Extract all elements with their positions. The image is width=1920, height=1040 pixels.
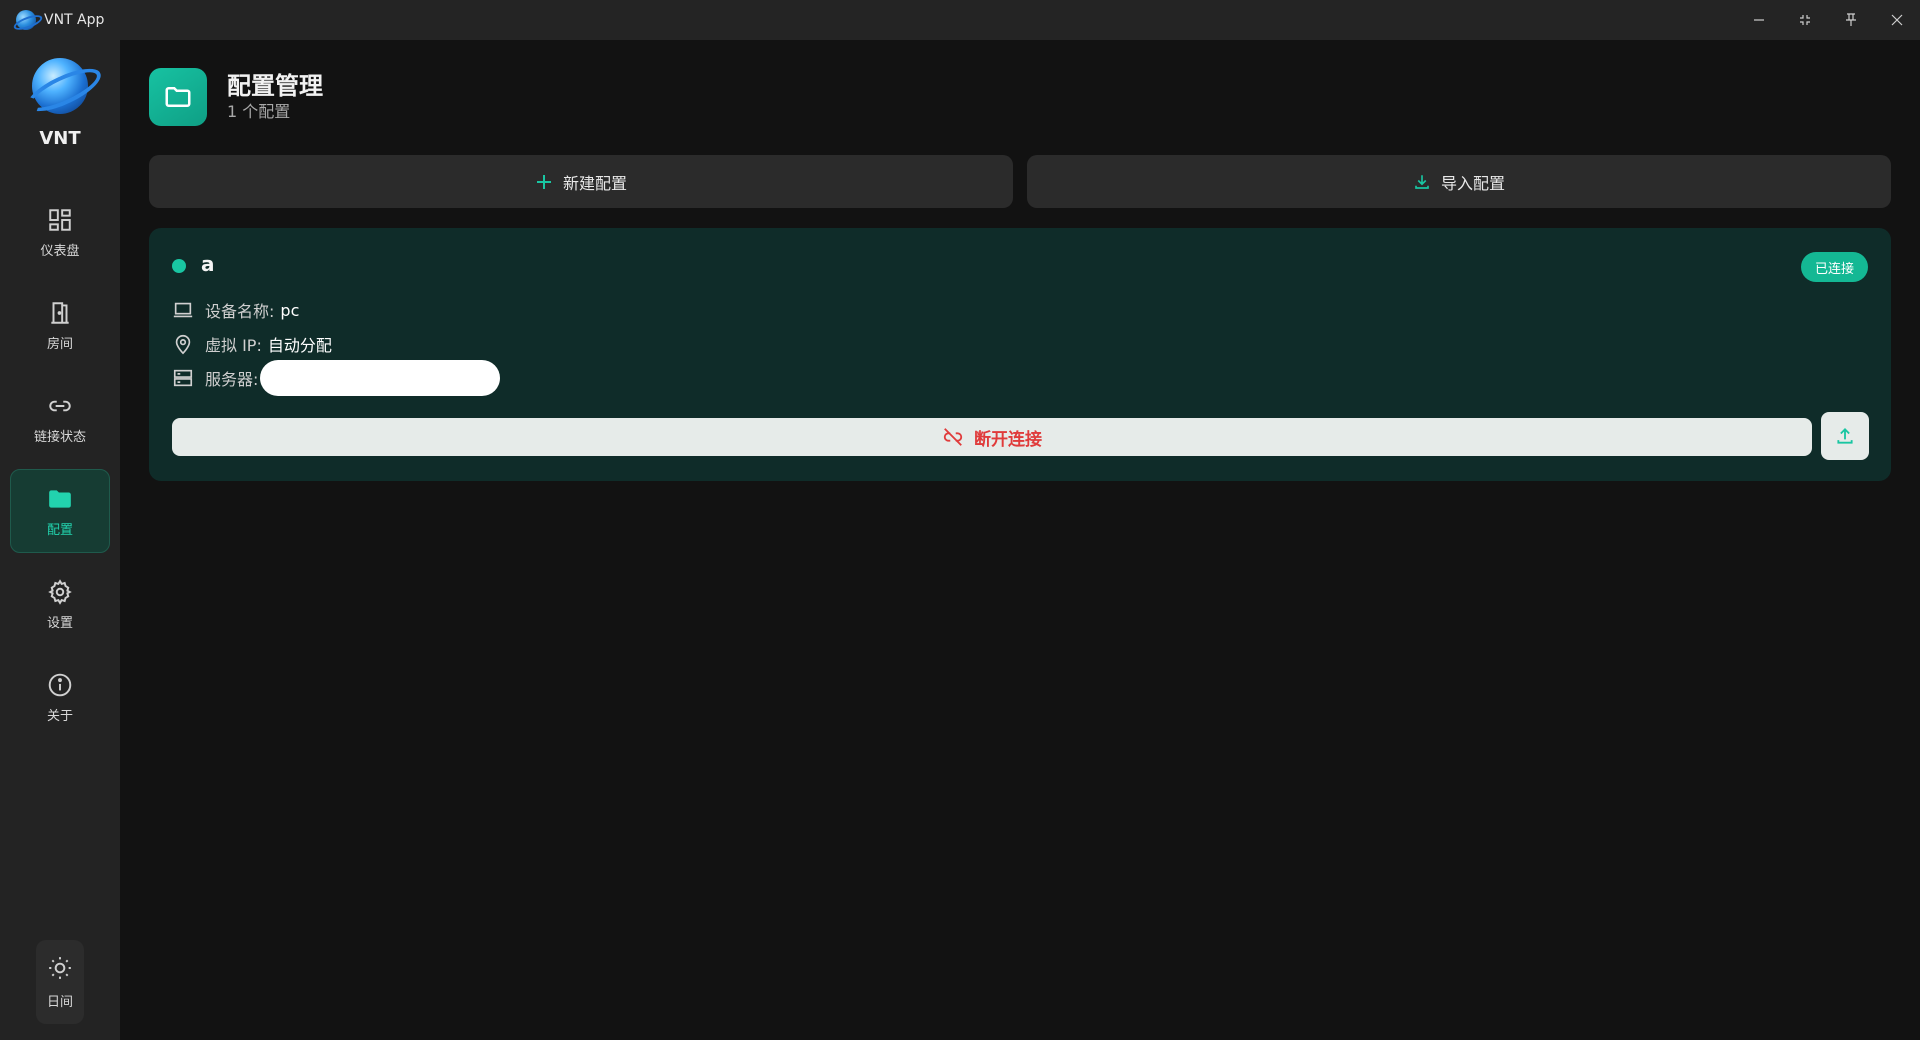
sidebar-item-room[interactable]: 房间 bbox=[10, 283, 110, 367]
pin-icon bbox=[1846, 13, 1856, 26]
minimize-button[interactable] bbox=[1736, 0, 1782, 40]
main-content: 配置管理 1 个配置 新建配置 导入配置 a 已连接 设备名称: pc 虚拟 I… bbox=[120, 40, 1920, 1040]
gear-icon bbox=[46, 578, 74, 606]
import-config-label: 导入配置 bbox=[1440, 173, 1505, 193]
disconnect-button[interactable]: 断开连接 bbox=[172, 418, 1812, 456]
page-title: 配置管理 bbox=[227, 72, 323, 100]
window-controls bbox=[1736, 0, 1920, 40]
brand: VNT bbox=[0, 58, 120, 149]
page-subtitle: 1 个配置 bbox=[227, 102, 291, 121]
server-label: 服务器: bbox=[205, 370, 259, 389]
import-config-button[interactable]: 导入配置 bbox=[1027, 155, 1891, 208]
new-config-label: 新建配置 bbox=[562, 173, 627, 193]
info-icon bbox=[46, 671, 74, 699]
pin-button[interactable] bbox=[1828, 0, 1874, 40]
door-icon bbox=[46, 299, 74, 327]
upload-icon bbox=[1837, 428, 1853, 444]
restore-button[interactable] bbox=[1782, 0, 1828, 40]
laptop-icon bbox=[171, 298, 195, 322]
sidebar-item-link-status[interactable]: 链接状态 bbox=[10, 376, 110, 460]
window-title: VNT App bbox=[44, 12, 105, 28]
config-card[interactable]: a 已连接 设备名称: pc 虚拟 IP: 自动分配 服务器: 断开连接 bbox=[149, 228, 1891, 481]
sidebar-item-label: 设置 bbox=[46, 615, 73, 631]
theme-toggle-label: 日间 bbox=[46, 994, 73, 1010]
sidebar-item-label: 关于 bbox=[46, 708, 73, 724]
brand-name: VNT bbox=[39, 128, 81, 149]
dashboard-icon bbox=[46, 206, 74, 234]
disconnect-label: 断开连接 bbox=[974, 429, 1042, 450]
theme-toggle-button[interactable]: 日间 bbox=[36, 940, 84, 1024]
app-logo-icon bbox=[16, 10, 36, 30]
status-badge: 已连接 bbox=[1800, 252, 1868, 282]
title-bar: VNT App bbox=[0, 0, 1920, 40]
location-pin-icon bbox=[171, 332, 195, 356]
status-dot bbox=[172, 259, 186, 273]
sidebar-item-config[interactable]: 配置 bbox=[10, 469, 110, 553]
vnt-logo-icon bbox=[32, 58, 88, 114]
folder-icon bbox=[46, 485, 74, 513]
restore-icon bbox=[1800, 15, 1810, 25]
link-icon bbox=[46, 392, 74, 420]
server-icon bbox=[171, 366, 195, 390]
close-button[interactable] bbox=[1874, 0, 1920, 40]
sidebar-item-about[interactable]: 关于 bbox=[10, 655, 110, 739]
sidebar-item-settings[interactable]: 设置 bbox=[10, 562, 110, 646]
new-config-button[interactable]: 新建配置 bbox=[149, 155, 1013, 208]
virtual-ip-label: 虚拟 IP: bbox=[205, 336, 262, 355]
sun-icon bbox=[47, 955, 73, 985]
download-icon bbox=[1413, 173, 1431, 191]
sidebar: VNT 仪表盘 房间 链接状态 配置 设置 关于 日间 bbox=[0, 40, 120, 1040]
close-icon bbox=[1891, 14, 1903, 26]
unlink-icon bbox=[942, 426, 964, 448]
sidebar-item-label: 链接状态 bbox=[33, 429, 86, 445]
device-name-label: 设备名称: bbox=[205, 302, 275, 321]
config-name: a bbox=[201, 252, 215, 276]
sidebar-item-dashboard[interactable]: 仪表盘 bbox=[10, 190, 110, 274]
sidebar-item-label: 房间 bbox=[46, 336, 73, 352]
device-name-value: pc bbox=[280, 300, 300, 320]
sidebar-item-label: 仪表盘 bbox=[40, 243, 80, 259]
server-value-redacted bbox=[260, 360, 501, 396]
device-name-row: 设备名称: pc bbox=[171, 298, 299, 322]
server-row: 服务器: bbox=[171, 360, 501, 396]
folder-icon bbox=[149, 68, 207, 126]
virtual-ip-value: 自动分配 bbox=[267, 336, 332, 355]
page-header: 配置管理 1 个配置 bbox=[149, 68, 323, 126]
minimize-icon bbox=[1754, 19, 1764, 21]
export-config-button[interactable] bbox=[1821, 412, 1869, 460]
virtual-ip-row: 虚拟 IP: 自动分配 bbox=[171, 332, 332, 356]
sidebar-item-label: 配置 bbox=[46, 522, 73, 538]
plus-icon bbox=[535, 173, 553, 191]
